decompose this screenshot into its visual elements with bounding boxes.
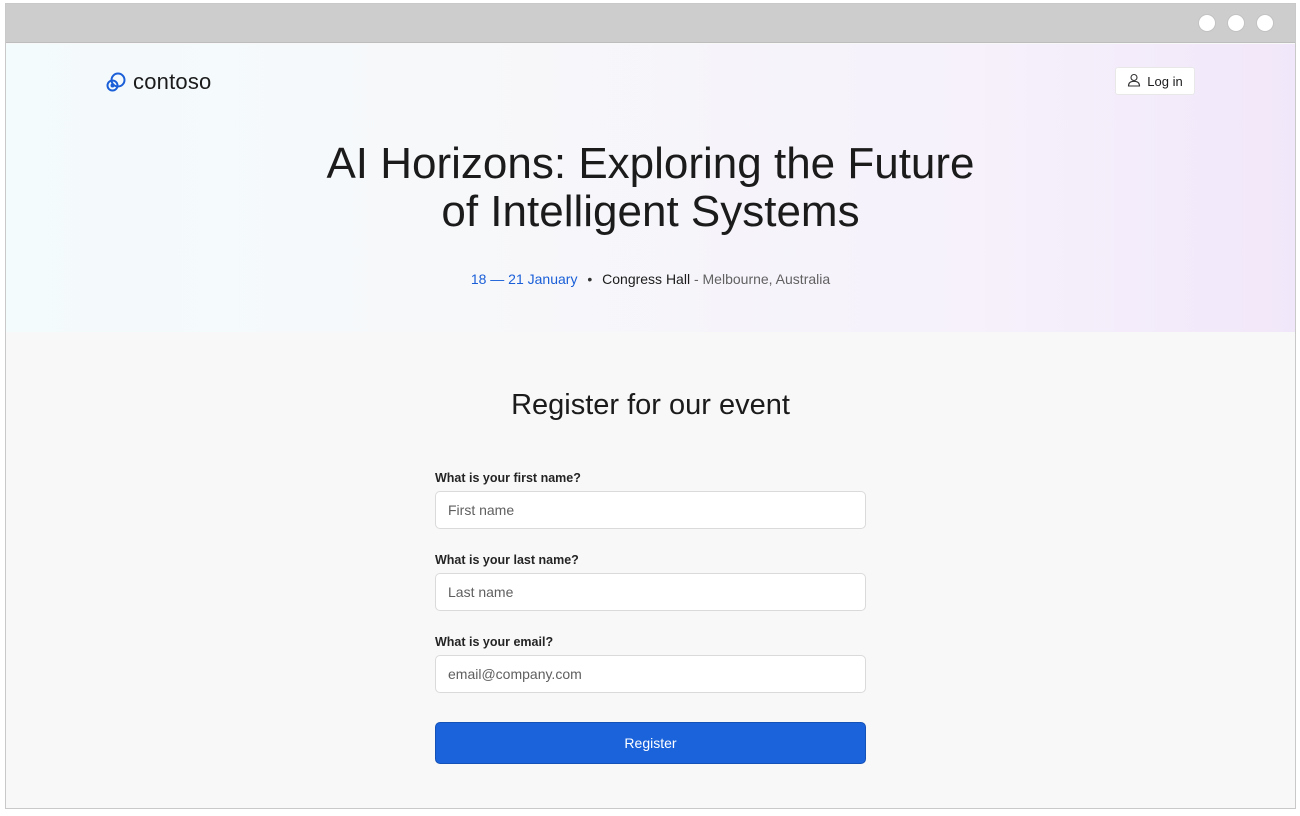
first-name-field: What is your first name? [435,471,866,553]
email-label: What is your email? [435,635,554,649]
last-name-input[interactable] [435,573,866,611]
contoso-logo-icon [105,71,127,93]
event-title-line-1: AI Horizons: Exploring the Future [326,139,975,188]
login-label: Log in [1147,73,1183,89]
email-field: What is your email? [435,635,866,717]
event-dates: 18 — 21 January [470,271,578,287]
email-input[interactable] [435,655,866,693]
window-control-close[interactable] [1257,15,1273,31]
register-heading: Register for our event [511,389,790,421]
window-control-maximize[interactable] [1228,15,1244,31]
brand-name: contoso [133,69,212,94]
event-venue: Congress Hall [602,271,691,287]
event-location: - Melbourne, Australia [693,271,831,287]
last-name-field: What is your last name? [435,553,866,635]
last-name-label: What is your last name? [435,553,579,567]
event-title: AI Horizons: Exploring the Future of Int… [6,140,1295,236]
first-name-label: What is your first name? [435,471,581,485]
first-name-input[interactable] [435,491,866,529]
brand-logo[interactable]: contoso [105,69,211,95]
browser-window: contoso Log in AI Horizons: Exploring th… [5,3,1296,809]
details-separator: • [587,271,593,287]
hero-section: contoso Log in AI Horizons: Exploring th… [6,44,1295,332]
registration-form: What is your first name? What is your la… [435,471,866,717]
login-button[interactable]: Log in [1115,67,1195,95]
window-control-minimize[interactable] [1199,15,1215,31]
event-title-line-2: of Intelligent Systems [441,187,860,236]
person-icon [1127,73,1141,90]
window-titlebar [6,4,1295,43]
event-details: 18 — 21 January • Congress Hall - Melbou… [6,271,1295,287]
register-button[interactable]: Register [435,722,866,764]
